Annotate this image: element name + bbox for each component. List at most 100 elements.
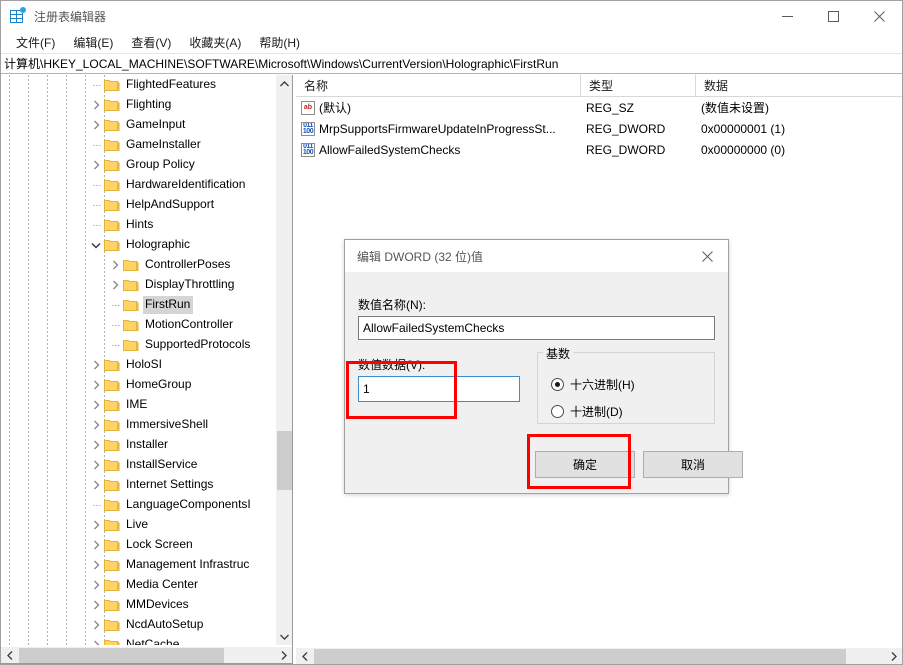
tree-scroll-thumb[interactable] — [277, 431, 292, 490]
tree-item[interactable]: Management Infrastruc — [1, 555, 276, 575]
column-header-data[interactable]: 数据 — [696, 75, 902, 96]
tree-item[interactable]: Media Center — [1, 575, 276, 595]
tree-item[interactable]: FlightedFeatures — [1, 75, 276, 95]
tree-item[interactable]: Holographic — [1, 235, 276, 255]
tree-item[interactable]: HoloSI — [1, 355, 276, 375]
dword-value-icon: 011100 — [301, 122, 315, 136]
ok-button[interactable]: 确定 — [535, 451, 635, 478]
chevron-right-icon[interactable] — [88, 475, 104, 495]
registry-editor-icon — [9, 7, 27, 25]
tree-item-label: FirstRun — [143, 296, 193, 314]
tree-item[interactable]: Internet Settings — [1, 475, 276, 495]
chevron-right-icon[interactable] — [88, 535, 104, 555]
tree-item[interactable]: SupportedProtocols — [1, 335, 276, 355]
values-list-row[interactable]: 011100MrpSupportsFirmwareUpdateInProgres… — [296, 118, 902, 139]
chevron-right-icon[interactable] — [88, 575, 104, 595]
folder-icon — [104, 118, 120, 132]
values-hscroll-left-arrow[interactable] — [296, 648, 313, 664]
chevron-right-icon[interactable] — [88, 455, 104, 475]
tree-item-label: FlightedFeatures — [124, 76, 219, 94]
menu-view[interactable]: 查看(V) — [122, 32, 180, 53]
value-data-input[interactable]: 1 — [358, 376, 520, 402]
tree-horizontal-scrollbar[interactable] — [1, 646, 292, 663]
chevron-right-icon[interactable] — [88, 355, 104, 375]
tree-item-label: HelpAndSupport — [124, 196, 217, 214]
values-hscroll-right-arrow[interactable] — [885, 648, 902, 664]
dialog-body: 数值名称(N): AllowFailedSystemChecks 数值数据(V)… — [345, 272, 728, 493]
tree-item[interactable]: MMDevices — [1, 595, 276, 615]
chevron-right-icon[interactable] — [88, 115, 104, 135]
tree-item-label: InstallService — [124, 456, 200, 474]
menu-favorites[interactable]: 收藏夹(A) — [180, 32, 250, 53]
cancel-button[interactable]: 取消 — [643, 451, 743, 478]
folder-icon — [104, 198, 120, 212]
tree-item[interactable]: HomeGroup — [1, 375, 276, 395]
radio-decimal[interactable]: 十进制(D) — [551, 403, 623, 420]
chevron-right-icon[interactable] — [88, 375, 104, 395]
menu-edit[interactable]: 编辑(E) — [64, 32, 122, 53]
tree-item[interactable]: Installer — [1, 435, 276, 455]
tree-item[interactable]: MotionController — [1, 315, 276, 335]
dialog-close-icon[interactable] — [686, 241, 728, 272]
tree-item[interactable]: IME — [1, 395, 276, 415]
chevron-right-icon[interactable] — [88, 95, 104, 115]
chevron-right-icon[interactable] — [88, 555, 104, 575]
address-bar[interactable]: 计算机\HKEY_LOCAL_MACHINE\SOFTWARE\Microsof… — [1, 53, 902, 74]
values-list-row[interactable]: 011100AllowFailedSystemChecksREG_DWORD0x… — [296, 139, 902, 160]
tree-item[interactable]: LanguageComponentsI — [1, 495, 276, 515]
value-name-input[interactable]: AllowFailedSystemChecks — [358, 316, 715, 340]
column-header-type[interactable]: 类型 — [581, 75, 696, 96]
radio-hexadecimal[interactable]: 十六进制(H) — [551, 376, 635, 393]
tree-item-label: HomeGroup — [124, 376, 194, 394]
tree-item[interactable]: GameInput — [1, 115, 276, 135]
values-horizontal-scrollbar[interactable] — [296, 647, 902, 664]
tree-scroll-down-arrow[interactable] — [276, 628, 293, 645]
tree-item[interactable]: InstallService — [1, 455, 276, 475]
chevron-right-icon[interactable] — [88, 435, 104, 455]
chevron-right-icon[interactable] — [88, 615, 104, 635]
tree-scroll-up-arrow[interactable] — [276, 75, 293, 92]
tree-item-label: ImmersiveShell — [124, 416, 211, 434]
dialog-title: 编辑 DWORD (32 位)值 — [357, 248, 483, 265]
menu-file[interactable]: 文件(F) — [7, 32, 64, 53]
chevron-right-icon[interactable] — [88, 415, 104, 435]
menu-help[interactable]: 帮助(H) — [250, 32, 309, 53]
tree-item[interactable]: GameInstaller — [1, 135, 276, 155]
minimize-button[interactable] — [764, 1, 810, 31]
chevron-down-icon[interactable] — [88, 235, 104, 255]
tree-item[interactable]: NetCache — [1, 635, 276, 645]
tree-item[interactable]: ImmersiveShell — [1, 415, 276, 435]
tree-item[interactable]: Group Policy — [1, 155, 276, 175]
folder-icon — [104, 498, 120, 512]
tree-item[interactable]: Live — [1, 515, 276, 535]
tree-item[interactable]: DisplayThrottling — [1, 275, 276, 295]
chevron-right-icon[interactable] — [88, 515, 104, 535]
registry-path: 计算机\HKEY_LOCAL_MACHINE\SOFTWARE\Microsof… — [4, 55, 558, 72]
tree-vertical-scrollbar[interactable] — [275, 75, 292, 645]
chevron-right-icon[interactable] — [107, 275, 123, 295]
close-button[interactable] — [856, 1, 902, 31]
values-list-row[interactable]: ab(默认)REG_SZ(数值未设置) — [296, 97, 902, 118]
folder-icon — [123, 298, 139, 312]
tree-item[interactable]: Lock Screen — [1, 535, 276, 555]
tree-item[interactable]: Flighting — [1, 95, 276, 115]
chevron-right-icon[interactable] — [88, 595, 104, 615]
tree-hscroll-left-arrow[interactable] — [1, 647, 18, 664]
chevron-right-icon[interactable] — [107, 255, 123, 275]
chevron-right-icon[interactable] — [88, 635, 104, 645]
column-header-name[interactable]: 名称 — [296, 75, 581, 96]
tree-item[interactable]: HelpAndSupport — [1, 195, 276, 215]
tree-item[interactable]: ControllerPoses — [1, 255, 276, 275]
tree-item[interactable]: NcdAutoSetup — [1, 615, 276, 635]
maximize-button[interactable] — [810, 1, 856, 31]
tree-hscroll-right-arrow[interactable] — [275, 647, 292, 664]
chevron-right-icon[interactable] — [88, 155, 104, 175]
tree-item[interactable]: HardwareIdentification — [1, 175, 276, 195]
chevron-right-icon[interactable] — [88, 395, 104, 415]
tree-item[interactable]: FirstRun — [1, 295, 276, 315]
tree-item-label: DisplayThrottling — [143, 276, 237, 294]
tree-item-label: HardwareIdentification — [124, 176, 248, 194]
tree-item[interactable]: Hints — [1, 215, 276, 235]
values-hscroll-thumb[interactable] — [314, 649, 846, 664]
tree-hscroll-thumb[interactable] — [19, 648, 224, 663]
